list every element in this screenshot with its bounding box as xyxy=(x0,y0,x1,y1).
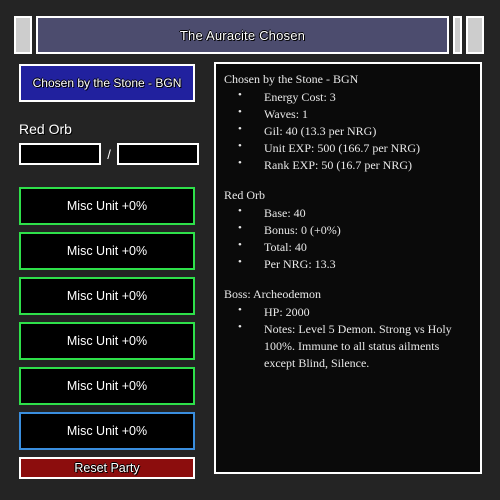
info-stage-list: Energy Cost: 3 Waves: 1 Gil: 40 (13.3 pe… xyxy=(224,88,472,174)
orb-current-input[interactable] xyxy=(19,143,101,165)
info-panel: Chosen by the Stone - BGN Energy Cost: 3… xyxy=(214,62,482,474)
titlebar-main: The Auracite Chosen xyxy=(36,16,449,54)
unit-slot-4[interactable]: Misc Unit +0% xyxy=(19,322,195,360)
orb-separator: / xyxy=(107,146,111,162)
unit-slot-1[interactable]: Misc Unit +0% xyxy=(19,187,195,225)
title-bar: The Auracite Chosen xyxy=(14,16,484,54)
page-title: The Auracite Chosen xyxy=(179,27,306,43)
titlebar-scroll-thumb[interactable] xyxy=(453,16,462,54)
unit-slot-2-label: Misc Unit +0% xyxy=(66,244,148,258)
unit-slot-3-label: Misc Unit +0% xyxy=(66,289,148,303)
unit-slot-5-label: Misc Unit +0% xyxy=(66,379,148,393)
unit-list: Misc Unit +0% Misc Unit +0% Misc Unit +0… xyxy=(19,187,195,450)
unit-slot-5[interactable]: Misc Unit +0% xyxy=(19,367,195,405)
left-panel: Chosen by the Stone - BGN Red Orb / Misc… xyxy=(19,64,199,479)
list-item: Energy Cost: 3 xyxy=(238,88,472,106)
unit-slot-6-label: Misc Unit +0% xyxy=(66,424,148,438)
list-item: Total: 40 xyxy=(238,238,472,256)
unit-slot-3[interactable]: Misc Unit +0% xyxy=(19,277,195,315)
list-item: Rank EXP: 50 (16.7 per NRG) xyxy=(238,156,472,174)
app-root: The Auracite Chosen Chosen by the Stone … xyxy=(0,0,500,500)
orb-input-row: / xyxy=(19,143,199,165)
unit-slot-2[interactable]: Misc Unit +0% xyxy=(19,232,195,270)
info-orb-list: Base: 40 Bonus: 0 (+0%) Total: 40 Per NR… xyxy=(224,204,472,273)
list-item: Notes: Level 5 Demon. Strong vs Holy 100… xyxy=(238,320,472,372)
titlebar-left-handle[interactable] xyxy=(14,16,32,54)
info-boss-heading: Boss: Archeodemon xyxy=(224,287,321,302)
orb-section: Red Orb / xyxy=(19,121,199,165)
titlebar-right-handle[interactable] xyxy=(466,16,484,54)
list-item: Bonus: 0 (+0%) xyxy=(238,221,472,239)
reset-party-button[interactable]: Reset Party xyxy=(19,457,195,479)
list-item: HP: 2000 xyxy=(238,303,472,321)
list-item: Waves: 1 xyxy=(238,105,472,123)
stage-select-label: Chosen by the Stone - BGN xyxy=(32,76,182,90)
info-stage-heading: Chosen by the Stone - BGN xyxy=(224,72,359,86)
stage-select-button[interactable]: Chosen by the Stone - BGN xyxy=(19,64,195,102)
unit-slot-1-label: Misc Unit +0% xyxy=(66,199,148,213)
list-item: Base: 40 xyxy=(238,204,472,222)
list-item: Per NRG: 13.3 xyxy=(238,255,472,273)
info-boss-list: HP: 2000 Notes: Level 5 Demon. Strong vs… xyxy=(224,303,472,372)
orb-target-input[interactable] xyxy=(117,143,199,165)
list-item: Unit EXP: 500 (166.7 per NRG) xyxy=(238,139,472,157)
info-orb-heading: Red Orb xyxy=(224,188,265,203)
unit-slot-4-label: Misc Unit +0% xyxy=(66,334,148,348)
orb-section-label: Red Orb xyxy=(19,121,72,137)
reset-party-label: Reset Party xyxy=(74,461,140,475)
unit-slot-6[interactable]: Misc Unit +0% xyxy=(19,412,195,450)
list-item: Gil: 40 (13.3 per NRG) xyxy=(238,122,472,140)
